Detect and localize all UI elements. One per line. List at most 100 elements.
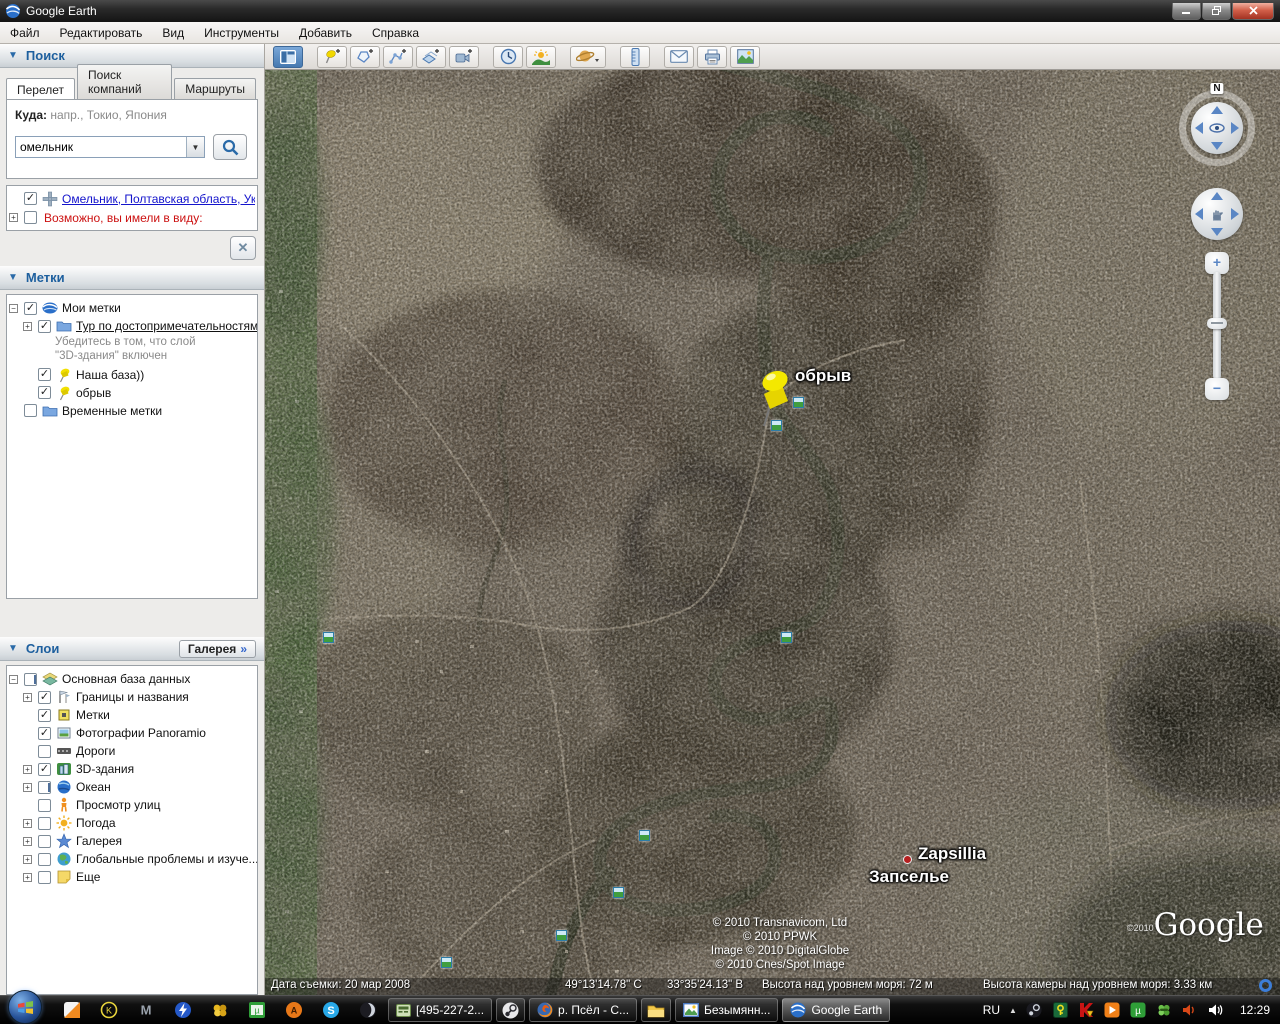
places-panel-header[interactable]: ▼ Метки — [0, 266, 264, 290]
tree-item-my-places[interactable]: − ✓ Мои метки — [9, 299, 255, 317]
layer-weather[interactable]: + ✓ Погода — [23, 814, 255, 832]
move-joystick[interactable] — [1191, 188, 1243, 240]
expand-icon[interactable]: + — [23, 764, 32, 774]
layer-street-view[interactable]: ✓ Просмотр улиц — [23, 796, 255, 814]
layer-primary-database[interactable]: − ✓ Основная база данных — [9, 670, 255, 688]
look-down-arrow-icon[interactable] — [1211, 142, 1223, 150]
language-indicator[interactable]: RU — [983, 1003, 1000, 1017]
kmplayer-icon[interactable]: K — [99, 1000, 119, 1020]
expand-icon[interactable]: + — [23, 818, 32, 828]
zoom-out-button[interactable]: − — [1205, 378, 1229, 400]
expand-icon[interactable]: + — [23, 836, 32, 846]
download-master-icon[interactable] — [173, 1000, 193, 1020]
expand-icon[interactable]: + — [23, 782, 32, 792]
restore-button[interactable] — [1202, 2, 1231, 20]
add-path-button[interactable] — [383, 45, 413, 68]
suggestion-checkbox[interactable]: ✓ — [24, 211, 37, 224]
checkbox[interactable]: ✓ — [38, 816, 51, 830]
close-button[interactable] — [1232, 2, 1274, 20]
kaspersky-tray-icon[interactable] — [1078, 1002, 1095, 1019]
panoramio-photo-icon[interactable] — [639, 830, 650, 841]
panoramio-photo-icon[interactable] — [441, 957, 452, 968]
search-result-row[interactable]: ✓ Омельник, Полтавская область, Укр — [9, 189, 255, 208]
menu-tools[interactable]: Инструменты — [194, 22, 289, 43]
volume-tray-icon[interactable] — [1208, 1002, 1225, 1019]
start-button[interactable] — [8, 990, 42, 1024]
planets-button[interactable] — [570, 45, 606, 68]
taskbar-window-phone[interactable]: [495-227-2... — [388, 998, 493, 1022]
checkbox[interactable]: ✓ — [38, 319, 51, 333]
zoom-in-button[interactable]: + — [1205, 252, 1229, 274]
expand-icon[interactable]: + — [23, 872, 32, 882]
combo-dropdown-button[interactable]: ▼ — [186, 137, 204, 157]
checkbox[interactable]: ✓ — [38, 726, 51, 740]
move-up-arrow-icon[interactable] — [1211, 192, 1223, 200]
media-player-icon[interactable] — [358, 1000, 378, 1020]
look-joystick[interactable] — [1191, 102, 1243, 154]
tree-item-link[interactable]: Тур по достопримечательностям — [76, 319, 257, 333]
look-up-arrow-icon[interactable] — [1211, 106, 1223, 114]
show-hidden-icons-button[interactable]: ▲ — [1009, 1006, 1017, 1015]
tree-item-nasha-baza[interactable]: ✓ Наша база)) — [23, 366, 255, 384]
ruler-button[interactable] — [620, 45, 650, 68]
look-left-arrow-icon[interactable] — [1195, 122, 1203, 134]
menu-help[interactable]: Справка — [362, 22, 429, 43]
expand-icon[interactable]: + — [9, 213, 18, 222]
checkbox[interactable]: ✓ — [38, 708, 51, 722]
panoramio-photo-icon[interactable] — [781, 632, 792, 643]
layer-borders-labels[interactable]: + ✓ Границы и названия — [23, 688, 255, 706]
qip-icon[interactable] — [62, 1000, 82, 1020]
tab-fly-to[interactable]: Перелет — [6, 78, 76, 100]
north-indicator[interactable]: N — [1210, 83, 1224, 94]
email-button[interactable] — [664, 45, 694, 68]
minimize-button[interactable] — [1172, 2, 1201, 20]
volume-red-tray-icon[interactable] — [1182, 1002, 1199, 1019]
checkbox[interactable]: ✓ — [38, 780, 51, 794]
result-checkbox[interactable]: ✓ — [24, 192, 37, 205]
expand-icon[interactable]: + — [23, 321, 32, 331]
look-right-arrow-icon[interactable] — [1231, 122, 1239, 134]
tree-item-sightseeing-tour[interactable]: + ✓ Тур по достопримечательностям — [23, 317, 257, 335]
taskbar-clock[interactable]: 12:29 — [1240, 1003, 1270, 1017]
historical-imagery-button[interactable] — [493, 45, 523, 68]
town-dot[interactable] — [903, 855, 912, 864]
record-tour-button[interactable] — [449, 45, 479, 68]
panoramio-photo-icon[interactable] — [556, 930, 567, 941]
checkbox[interactable]: ✓ — [24, 404, 37, 418]
checkbox[interactable]: ✓ — [38, 798, 51, 812]
taskbar-window-steam[interactable] — [496, 998, 526, 1022]
expand-icon[interactable]: + — [23, 692, 32, 702]
tree-item-temporary-places[interactable]: ✓ Временные метки — [9, 402, 255, 420]
layer-3d-buildings[interactable]: + ✓ 3D-здания — [23, 760, 255, 778]
player-tray-icon[interactable] — [1104, 1002, 1121, 1019]
checkbox[interactable]: ✓ — [38, 852, 51, 866]
taskbar-window-paint[interactable]: Безымянн... — [675, 998, 779, 1022]
menu-view[interactable]: Вид — [152, 22, 194, 43]
collapse-icon[interactable]: − — [9, 303, 18, 313]
panoramio-photo-icon[interactable] — [323, 632, 334, 643]
panoramio-photo-icon[interactable] — [613, 887, 624, 898]
move-right-arrow-icon[interactable] — [1231, 208, 1239, 220]
menu-edit[interactable]: Редактировать — [50, 22, 153, 43]
checkbox[interactable]: ✓ — [24, 301, 37, 315]
town-label-en[interactable]: Zapsillia — [918, 844, 986, 864]
icq-gold-icon[interactable] — [210, 1000, 230, 1020]
zoom-slider-handle[interactable] — [1207, 318, 1227, 329]
taskbar-window-firefox[interactable]: р. Псёл - С... — [529, 998, 638, 1022]
toggle-sidebar-button[interactable] — [273, 45, 303, 68]
aimp-icon[interactable]: A — [284, 1000, 304, 1020]
layer-ocean[interactable]: + ✓ Океан — [23, 778, 255, 796]
menu-add[interactable]: Добавить — [289, 22, 362, 43]
layers-panel-header[interactable]: ▼ Слои Галерея » — [0, 637, 264, 661]
checkbox[interactable]: ✓ — [38, 834, 51, 848]
taskbar-window-explorer[interactable] — [641, 998, 672, 1022]
layer-global-awareness[interactable]: + ✓ Глобальные проблемы и изуче... — [23, 850, 257, 868]
checkbox[interactable]: ✓ — [38, 386, 51, 400]
placemark-label-obryv[interactable]: обрыв — [795, 366, 851, 386]
save-image-button[interactable] — [730, 45, 760, 68]
menu-file[interactable]: Файл — [0, 22, 50, 43]
layer-more[interactable]: + ✓ Еще — [23, 868, 255, 886]
checkbox[interactable]: ✓ — [38, 762, 51, 776]
print-button[interactable] — [697, 45, 727, 68]
collapse-icon[interactable]: − — [9, 674, 18, 684]
